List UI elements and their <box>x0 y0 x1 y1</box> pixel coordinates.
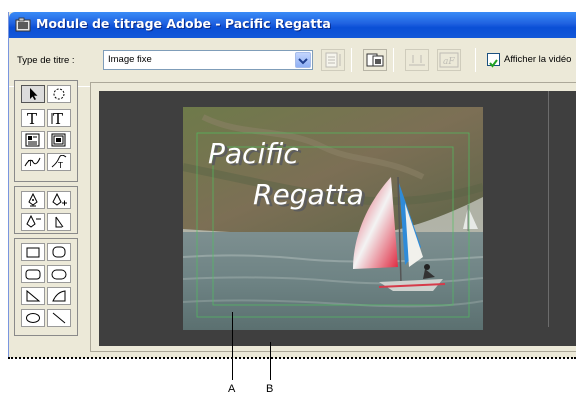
callout-a-label: A <box>228 383 236 395</box>
tool-palette: T T T T <box>14 80 78 342</box>
delete-anchor-point-tool[interactable] <box>21 213 45 231</box>
checkmark-icon <box>489 59 498 68</box>
regatta-photo: Pacific Pacific Regatta Regatta <box>183 107 483 330</box>
svg-text:aF: aF <box>443 57 455 67</box>
path-type-tool[interactable]: T <box>21 153 45 171</box>
ellipse-tool-icon <box>26 313 40 323</box>
styles-icon: aF <box>439 52 459 68</box>
area-type-tool-icon <box>25 133 40 147</box>
svg-text:T: T <box>53 111 63 125</box>
type-tool-icon: T <box>27 111 37 125</box>
title-type-dropdown[interactable]: Image fixe <box>103 50 313 70</box>
vertical-path-type-tool[interactable]: T <box>47 153 71 171</box>
vertical-type-tool[interactable]: T <box>47 109 71 127</box>
toolbar-separator <box>393 48 394 72</box>
title-line1[interactable]: Pacific <box>208 137 299 170</box>
tab-stops-icon <box>409 55 425 66</box>
pen-tool[interactable] <box>21 191 45 209</box>
rounded-rectangle-tool[interactable] <box>47 265 71 283</box>
roll-crawl-options-button[interactable] <box>321 49 345 71</box>
toolbar-separator <box>475 48 476 72</box>
area-type-tool[interactable] <box>21 131 45 149</box>
roll-crawl-options-icon <box>325 52 341 68</box>
rounded-corner-rectangle-tool-icon <box>25 269 41 280</box>
wedge-tool[interactable] <box>21 287 45 305</box>
callout-b-label: B <box>266 383 274 395</box>
templates-icon <box>366 53 384 67</box>
callout-b-line <box>270 342 271 380</box>
pen-tool-icon <box>28 193 38 207</box>
drawing-area-edge <box>548 91 549 327</box>
add-anchor-point-tool-icon <box>52 193 67 206</box>
templates-button[interactable] <box>363 49 387 71</box>
path-type-tool-icon: T <box>24 157 41 168</box>
add-anchor-point-tool[interactable] <box>47 191 71 209</box>
cropped-edge-dotted-line <box>8 357 576 359</box>
convert-anchor-point-tool[interactable] <box>47 213 71 231</box>
toolbar-separator <box>351 48 352 72</box>
pen-tools <box>14 186 78 234</box>
tab-stops-button[interactable] <box>405 49 429 71</box>
clipped-corner-rectangle-tool[interactable] <box>47 243 71 261</box>
wedge-tool-icon <box>26 289 41 302</box>
rounded-rectangle-tool-icon <box>51 269 67 280</box>
toolbar: Type de titre : Image fixe aF Afficher l… <box>9 38 576 80</box>
title-bar[interactable]: Module de titrage Adobe - Pacific Regatt… <box>9 12 576 38</box>
rectangle-tool[interactable] <box>21 243 45 261</box>
line-tool-icon <box>52 312 66 324</box>
title-line2[interactable]: Regatta <box>253 178 364 211</box>
svg-text:T: T <box>57 161 63 169</box>
title-type-label: Type de titre : <box>17 55 75 66</box>
vertical-area-type-tool[interactable] <box>47 131 71 149</box>
arc-tool-icon <box>52 290 66 302</box>
selection-tool-icon <box>30 88 38 100</box>
clipped-corner-rectangle-tool-icon <box>52 246 66 258</box>
title-type-value: Image fixe <box>108 54 152 65</box>
ellipse-tool[interactable] <box>21 309 45 327</box>
vertical-path-type-tool-icon: T <box>51 155 67 169</box>
show-video-label: Afficher la vidéo <box>504 54 572 65</box>
screenshot: Module de titrage Adobe - Pacific Regatt… <box>0 0 576 405</box>
svg-text:T: T <box>27 159 33 168</box>
rotation-tool[interactable] <box>47 85 71 103</box>
rectangle-tool-icon <box>26 247 40 258</box>
selection-tool[interactable] <box>21 85 45 103</box>
background-video-frame: Pacific Pacific Regatta Regatta <box>183 107 483 330</box>
styles-button[interactable]: aF <box>437 49 461 71</box>
vertical-type-tool-icon: T <box>51 111 63 125</box>
type-tool[interactable]: T <box>21 109 45 127</box>
rotation-tool-icon <box>53 88 65 100</box>
dropdown-arrow-icon[interactable] <box>295 52 311 68</box>
selection-type-tools: T T T T <box>14 80 78 182</box>
vertical-area-type-tool-icon <box>51 133 66 147</box>
convert-anchor-point-tool-icon <box>55 216 64 228</box>
window-title: Module de titrage Adobe - Pacific Regatt… <box>36 16 331 31</box>
app-icon <box>15 17 31 32</box>
svg-text:T: T <box>27 111 37 125</box>
delete-anchor-point-tool-icon <box>26 215 41 228</box>
rounded-corner-rectangle-tool[interactable] <box>21 265 45 283</box>
arc-tool[interactable] <box>47 287 71 305</box>
callout-a-line <box>232 312 233 380</box>
line-tool[interactable] <box>47 309 71 327</box>
shape-tools <box>14 238 78 336</box>
checkbox-box[interactable] <box>487 53 500 68</box>
